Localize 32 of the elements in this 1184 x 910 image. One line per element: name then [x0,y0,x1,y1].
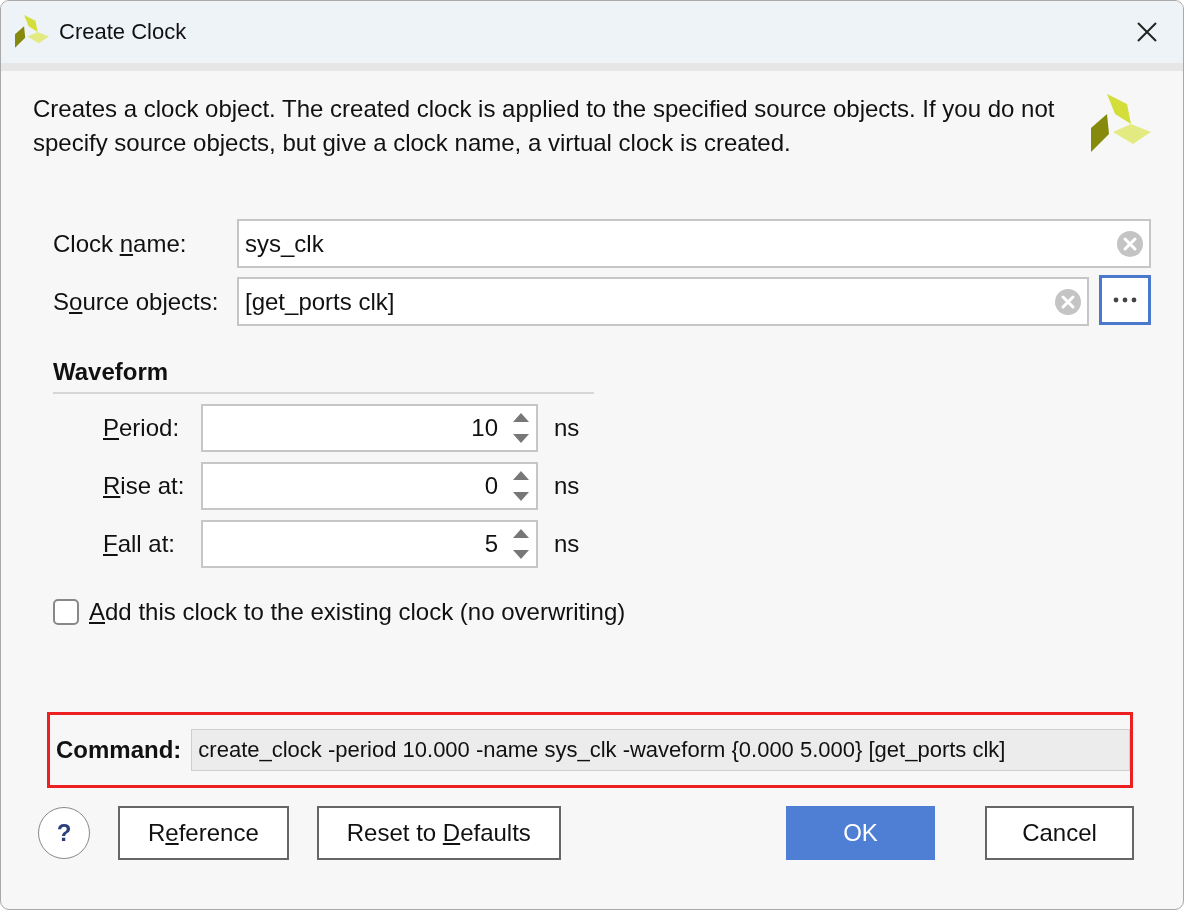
more-icon [1113,297,1137,303]
dialog-button[interactable]: Reset to Defaults [316,806,561,860]
dialog-button[interactable]: Reference [118,806,289,860]
input-field[interactable]: [get_ports clk] [237,277,1089,326]
field-label: Fall at: [103,530,177,558]
window-title: Create Clock [59,19,188,45]
checkbox-label[interactable]: Add this clock to the existing clock (no overwriting) [89,598,626,626]
checkbox[interactable] [53,599,79,625]
unit-label: ns [554,530,581,558]
ok-button[interactable]: OK [786,806,935,860]
field-label: Clock name: [53,229,188,258]
spin-arrows-icon[interactable] [512,469,530,503]
logo-icon [15,15,49,49]
browse-button[interactable] [1099,275,1151,325]
field-label: Rise at: [103,472,186,500]
spin-arrows-icon[interactable] [512,411,530,445]
description-text: Creates a clock object. The created clock is applied to the specified source objects. If you do not specify source objects, but give a clock name, a virtual clock is created. [33,94,1056,158]
field-label: Source objects: [53,287,220,316]
spin-arrows-icon[interactable] [512,527,530,561]
unit-label: ns [554,472,581,500]
help-button[interactable]: ? [38,807,90,859]
spinner-field[interactable]: 10 [201,404,538,452]
dialog-button[interactable]: Cancel [985,806,1134,860]
command-field: create_clock -period 10.000 -name sys_clk -waveform {0.000 5.000} [get_ports clk] [191,729,1130,771]
input-field[interactable]: sys_clk [237,219,1151,268]
spinner-field[interactable]: 5 [201,520,538,568]
section-heading: Waveform [53,358,594,394]
command-label: Command: [56,736,182,764]
spinner-field[interactable]: 0 [201,462,538,510]
unit-label: ns [554,414,581,442]
field-label: Period: [103,414,181,442]
logo-icon [1091,94,1151,154]
